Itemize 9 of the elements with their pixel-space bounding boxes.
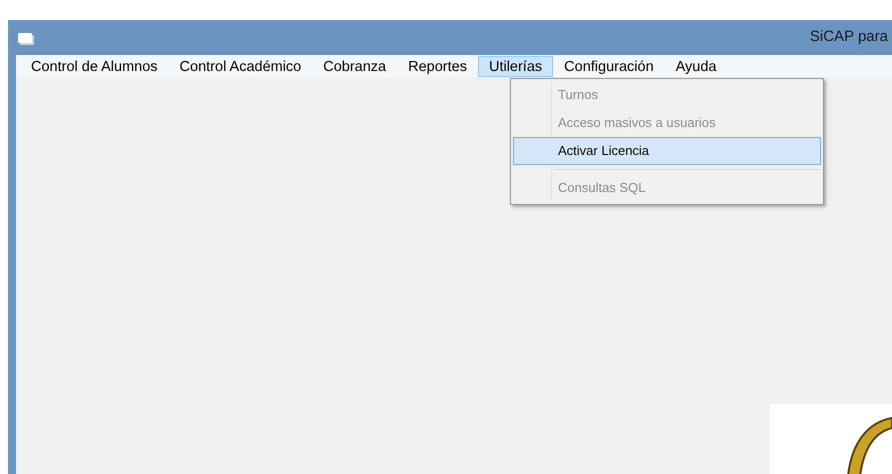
menu-item[interactable]: Configuración	[553, 56, 665, 76]
menu-item[interactable]: Ayuda	[664, 56, 728, 76]
dropdown-item[interactable]: Activar Licencia	[513, 137, 821, 165]
menu-item[interactable]: Utilerías	[478, 56, 554, 76]
menu-item[interactable]: Reportes	[397, 56, 478, 76]
menu-item[interactable]: Cobranza	[312, 56, 398, 76]
window-title: SiCAP para	[810, 27, 888, 48]
menu-item[interactable]: Control de Alumnos	[20, 56, 169, 76]
menu-item[interactable]: Control Académico	[168, 56, 312, 76]
